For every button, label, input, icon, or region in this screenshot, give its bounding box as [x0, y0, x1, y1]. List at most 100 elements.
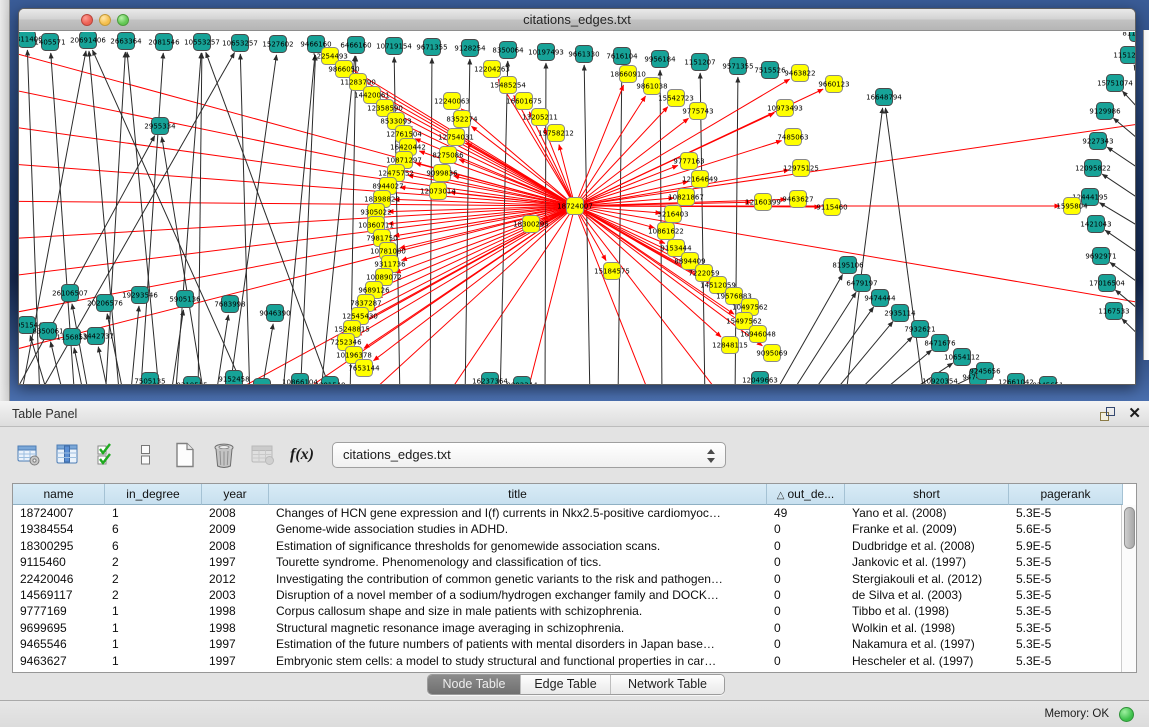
table-cell: 5.3E-5: [1009, 636, 1123, 652]
application-window: citations_edges.txt 88114061405571206914…: [0, 0, 1149, 727]
network-node-label: 9474444: [864, 295, 896, 303]
column-header-title[interactable]: title: [269, 484, 767, 505]
column-header-pagerank[interactable]: pagerank: [1009, 484, 1123, 505]
tab-node-table[interactable]: Node Table: [428, 675, 521, 694]
show-columns-button[interactable]: [55, 442, 81, 468]
table-column-icon: [56, 443, 80, 467]
background-network-window[interactable]: [1143, 30, 1149, 360]
function-builder-button[interactable]: f(x): [289, 442, 315, 468]
tab-edge-table[interactable]: Edge Table: [521, 675, 611, 694]
network-node-label: 12358590: [367, 105, 403, 113]
scrollbar-thumb[interactable]: [1124, 507, 1135, 549]
table-cell: 1998: [202, 603, 269, 619]
table-cell: 5.5E-5: [1009, 571, 1123, 587]
clear-selection-button[interactable]: [133, 442, 159, 468]
table-cell: Genome-wide association studies in ADHD.: [269, 521, 767, 537]
table-cell: 0: [767, 587, 845, 603]
network-edge: [198, 53, 202, 384]
table-cell: Estimation of the future numbers of pati…: [269, 636, 767, 652]
network-node-label: 8350064: [492, 47, 524, 55]
table-cell: 9777169: [13, 603, 105, 619]
network-node-label: 8471676: [924, 340, 956, 348]
table-cell: Wolkin et al. (1998): [845, 620, 1009, 636]
network-node-label: 7252346: [330, 339, 362, 347]
float-panel-icon[interactable]: [1100, 407, 1115, 421]
delete-table-button[interactable]: [250, 442, 276, 468]
network-node-label: 2955334: [144, 123, 176, 131]
network-node-label: 15751074: [1097, 80, 1133, 88]
network-window-titlebar[interactable]: citations_edges.txt: [19, 9, 1135, 31]
network-node-label: 9311736: [374, 261, 406, 269]
network-canvas[interactable]: 8811406140557120691406266336420815461055…: [19, 32, 1135, 384]
table-cell: Yano et al. (2008): [845, 505, 1009, 521]
close-panel-icon[interactable]: ✕: [1128, 404, 1141, 422]
stacked-squares-icon: [139, 443, 153, 467]
network-node-label: 9775743: [682, 108, 713, 116]
table-row[interactable]: 969969511998Structural magnetic resonanc…: [13, 620, 1136, 636]
table-cell: Hescheler et al. (1997): [845, 653, 1009, 669]
network-node-label: 12073014: [420, 188, 456, 196]
network-node-label: 15497562: [726, 318, 762, 326]
table-row[interactable]: 1938455462009Genome-wide association stu…: [13, 521, 1136, 537]
table-cell: 2009: [202, 521, 269, 537]
table-row[interactable]: 946554611997Estimation of the future num…: [13, 636, 1136, 652]
table-row[interactable]: 911546021997Tourette syndrome. Phenomeno…: [13, 554, 1136, 570]
table-row[interactable]: 1872400712008Changes of HCN gene express…: [13, 505, 1136, 521]
network-node-label: 15485254: [490, 82, 526, 90]
table-row[interactable]: 946362711997Embryonic stem cells: a mode…: [13, 653, 1136, 669]
network-node-label: 15184575: [594, 268, 630, 276]
network-node-label: 18724007: [557, 203, 593, 211]
table-cell: 0: [767, 538, 845, 554]
left-panel-edge[interactable]: [0, 0, 10, 401]
network-node-label: 9956184: [644, 56, 676, 64]
table-cell: Investigating the contribution of common…: [269, 571, 767, 587]
network-node-label: 12240063: [434, 98, 470, 106]
table-cell: 5.9E-5: [1009, 538, 1123, 554]
column-header-out_de[interactable]: △out_de...: [767, 484, 845, 505]
network-node-label: 1527602: [262, 41, 293, 49]
table-cell: Embryonic stem cells: a model to study s…: [269, 653, 767, 669]
column-header-year[interactable]: year: [202, 484, 269, 505]
table-row[interactable]: 2242004622012Investigating the contribut…: [13, 571, 1136, 587]
table-row[interactable]: 1456911722003Disruption of a novel membe…: [13, 587, 1136, 603]
network-node-label: 19293546: [122, 292, 158, 300]
table-vertical-scrollbar[interactable]: [1121, 505, 1136, 672]
network-node-label: 9571355: [722, 63, 753, 71]
column-header-short[interactable]: short: [845, 484, 1009, 505]
network-edge: [559, 145, 575, 206]
network-node-label: 8352274: [446, 116, 478, 124]
network-node-label: 9463822: [784, 70, 815, 78]
table-source-selector[interactable]: citations_edges.txt: [332, 442, 726, 468]
network-edge: [465, 59, 470, 384]
network-node-label: 10866104: [282, 379, 318, 385]
network-node-label: 10196378: [336, 352, 372, 360]
network-edge: [845, 108, 883, 384]
table-source-value: citations_edges.txt: [343, 443, 451, 467]
network-node-label: 12254493: [312, 53, 348, 61]
select-all-button[interactable]: [94, 442, 120, 468]
network-node-label: 8113054: [1122, 32, 1135, 38]
network-node-label: 16420442: [390, 144, 426, 152]
network-node-label: 9095069: [756, 350, 787, 358]
column-header-name[interactable]: name: [13, 484, 105, 505]
network-node-label: 10719154: [376, 43, 412, 51]
delete-column-button[interactable]: [211, 442, 237, 468]
network-node-label: 12848115: [712, 342, 748, 350]
table-cell: 5.3E-5: [1009, 587, 1123, 603]
new-column-button[interactable]: [172, 442, 198, 468]
memory-ok-indicator: [1119, 707, 1134, 722]
table-cell: 1997: [202, 653, 269, 669]
double-checkmark-icon: [96, 443, 118, 467]
table-row[interactable]: 977716911998Corpus callosum shape and si…: [13, 603, 1136, 619]
trash-icon: [212, 442, 236, 468]
tab-network-table[interactable]: Network Table: [611, 675, 724, 694]
table-cell: 5.6E-5: [1009, 521, 1123, 537]
table-options-button[interactable]: [16, 442, 42, 468]
network-node-label: 2663364: [110, 38, 142, 46]
table-row[interactable]: 1830029562008Estimation of significance …: [13, 538, 1136, 554]
table-cell: 2: [105, 571, 202, 587]
network-node-label: 20691406: [70, 37, 106, 45]
column-header-in_degree[interactable]: in_degree: [105, 484, 202, 505]
network-node-label: 12164649: [682, 176, 718, 184]
network-node-label: 7485063: [777, 134, 808, 142]
